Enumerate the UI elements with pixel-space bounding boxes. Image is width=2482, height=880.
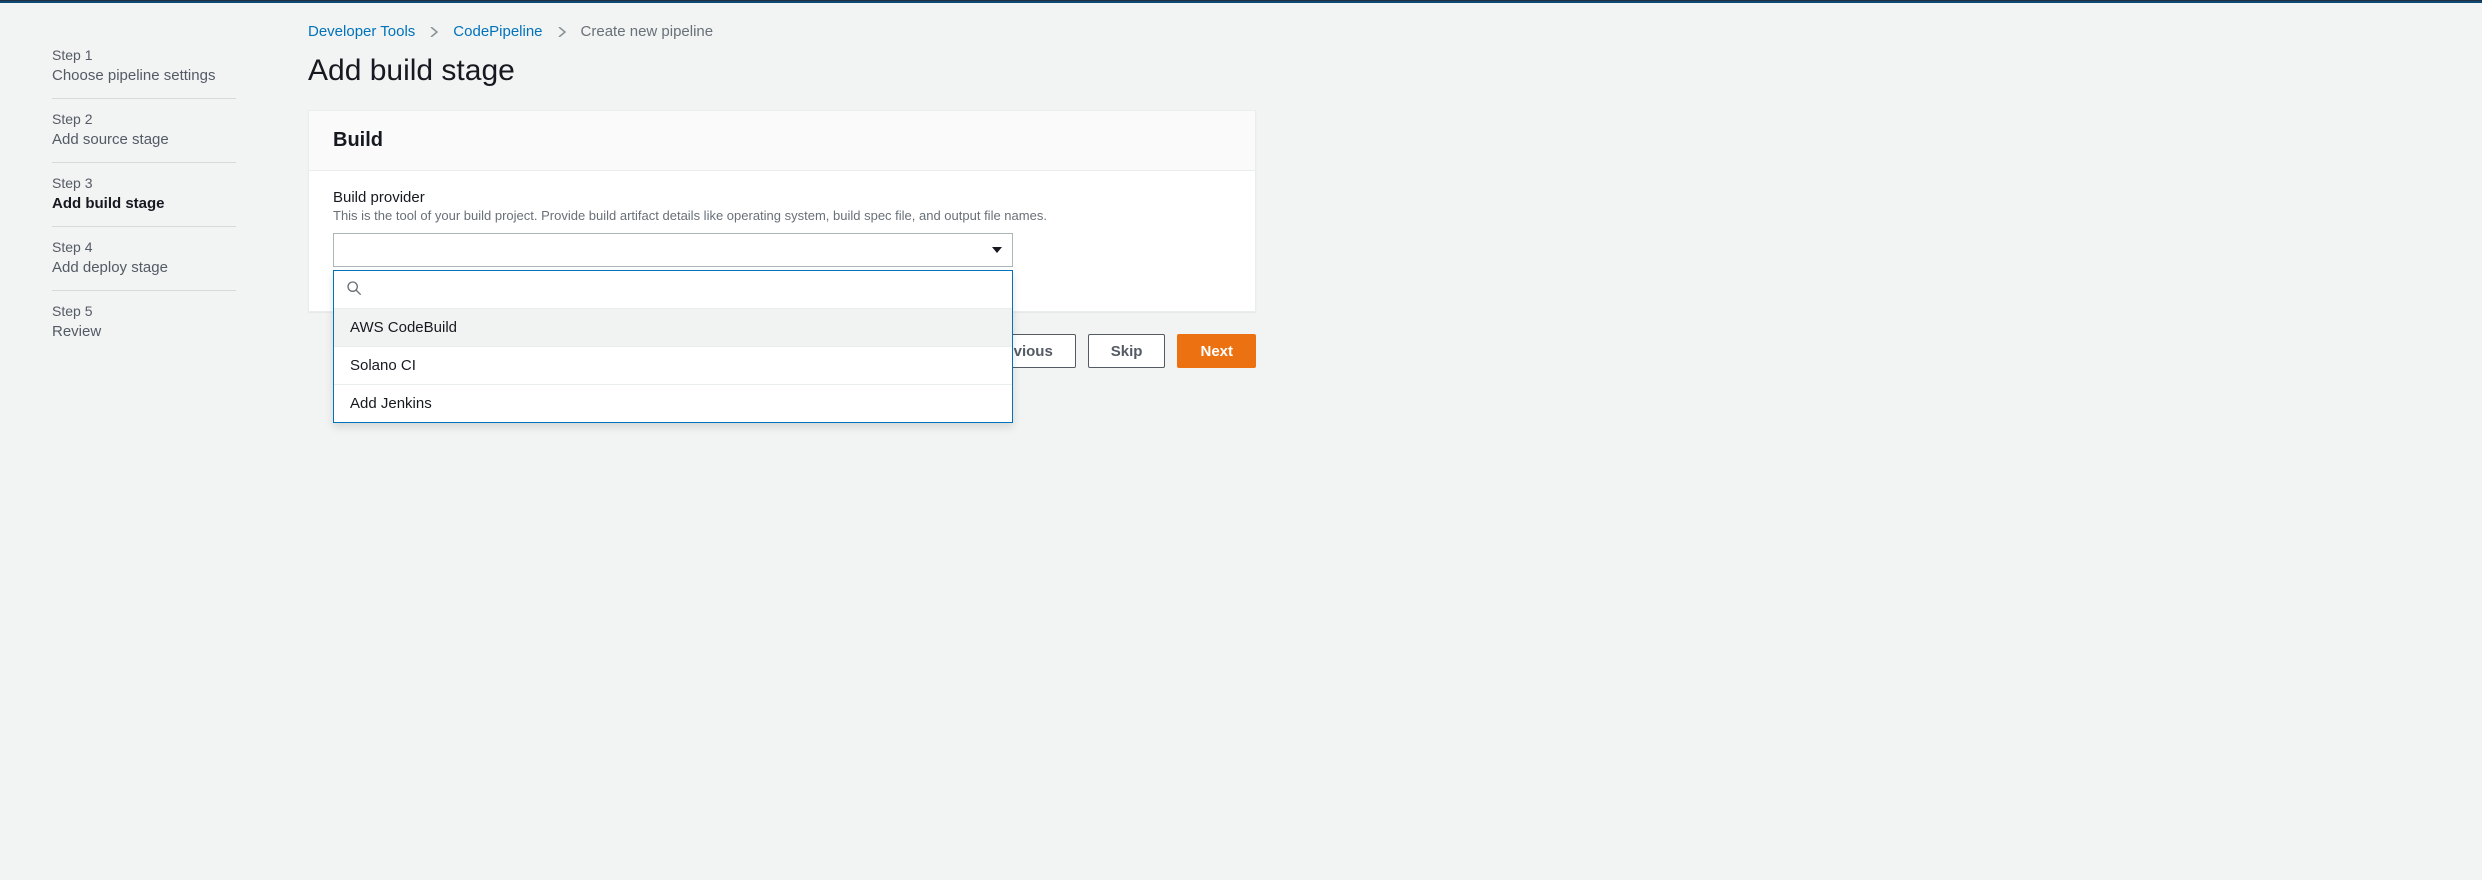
breadcrumb-current: Create new pipeline [581, 23, 714, 40]
step-name: Add build stage [52, 195, 236, 212]
build-provider-select-wrapper: AWS CodeBuild Solano CI Add Jenkins [333, 233, 1013, 267]
chevron-right-icon [557, 27, 567, 37]
build-provider-select[interactable] [333, 233, 1013, 267]
breadcrumb-link-developer-tools[interactable]: Developer Tools [308, 23, 415, 40]
wizard-steps-nav: Step 1 Choose pipeline settings Step 2 A… [0, 23, 260, 368]
step-number: Step 2 [52, 111, 236, 127]
dropdown-option-solano-ci[interactable]: Solano CI [334, 347, 1012, 385]
skip-button[interactable]: Skip [1088, 334, 1166, 368]
page-container: Step 1 Choose pipeline settings Step 2 A… [0, 3, 1550, 368]
step-number: Step 5 [52, 303, 236, 319]
build-provider-description: This is the tool of your build project. … [333, 208, 1231, 223]
wizard-step-1[interactable]: Step 1 Choose pipeline settings [52, 35, 236, 99]
wizard-step-4[interactable]: Step 4 Add deploy stage [52, 227, 236, 291]
page-title: Add build stage [308, 54, 1256, 88]
breadcrumb: Developer Tools CodePipeline Create new … [308, 23, 1256, 40]
breadcrumb-link-codepipeline[interactable]: CodePipeline [453, 23, 542, 40]
step-name: Add deploy stage [52, 259, 236, 276]
caret-down-icon [992, 247, 1002, 253]
search-icon [346, 280, 362, 299]
dropdown-option-aws-codebuild[interactable]: AWS CodeBuild [334, 309, 1012, 347]
wizard-step-2[interactable]: Step 2 Add source stage [52, 99, 236, 163]
wizard-step-3[interactable]: Step 3 Add build stage [52, 163, 236, 227]
dropdown-option-add-jenkins[interactable]: Add Jenkins [334, 385, 1012, 422]
panel-title: Build [333, 129, 1231, 152]
dropdown-search-input[interactable] [370, 271, 1000, 308]
dropdown-search-row [334, 271, 1012, 309]
step-name: Add source stage [52, 131, 236, 148]
build-provider-dropdown: AWS CodeBuild Solano CI Add Jenkins [333, 270, 1013, 423]
panel-header: Build [309, 111, 1255, 171]
build-panel: Build Build provider This is the tool of… [308, 110, 1256, 312]
step-number: Step 1 [52, 47, 236, 63]
chevron-right-icon [429, 27, 439, 37]
step-number: Step 4 [52, 239, 236, 255]
next-button[interactable]: Next [1177, 334, 1256, 368]
step-name: Review [52, 323, 236, 340]
wizard-step-5[interactable]: Step 5 Review [52, 291, 236, 354]
step-number: Step 3 [52, 175, 236, 191]
step-name: Choose pipeline settings [52, 67, 236, 84]
main-column: Developer Tools CodePipeline Create new … [260, 23, 1280, 368]
panel-body: Build provider This is the tool of your … [309, 171, 1255, 311]
build-provider-label: Build provider [333, 189, 1231, 206]
